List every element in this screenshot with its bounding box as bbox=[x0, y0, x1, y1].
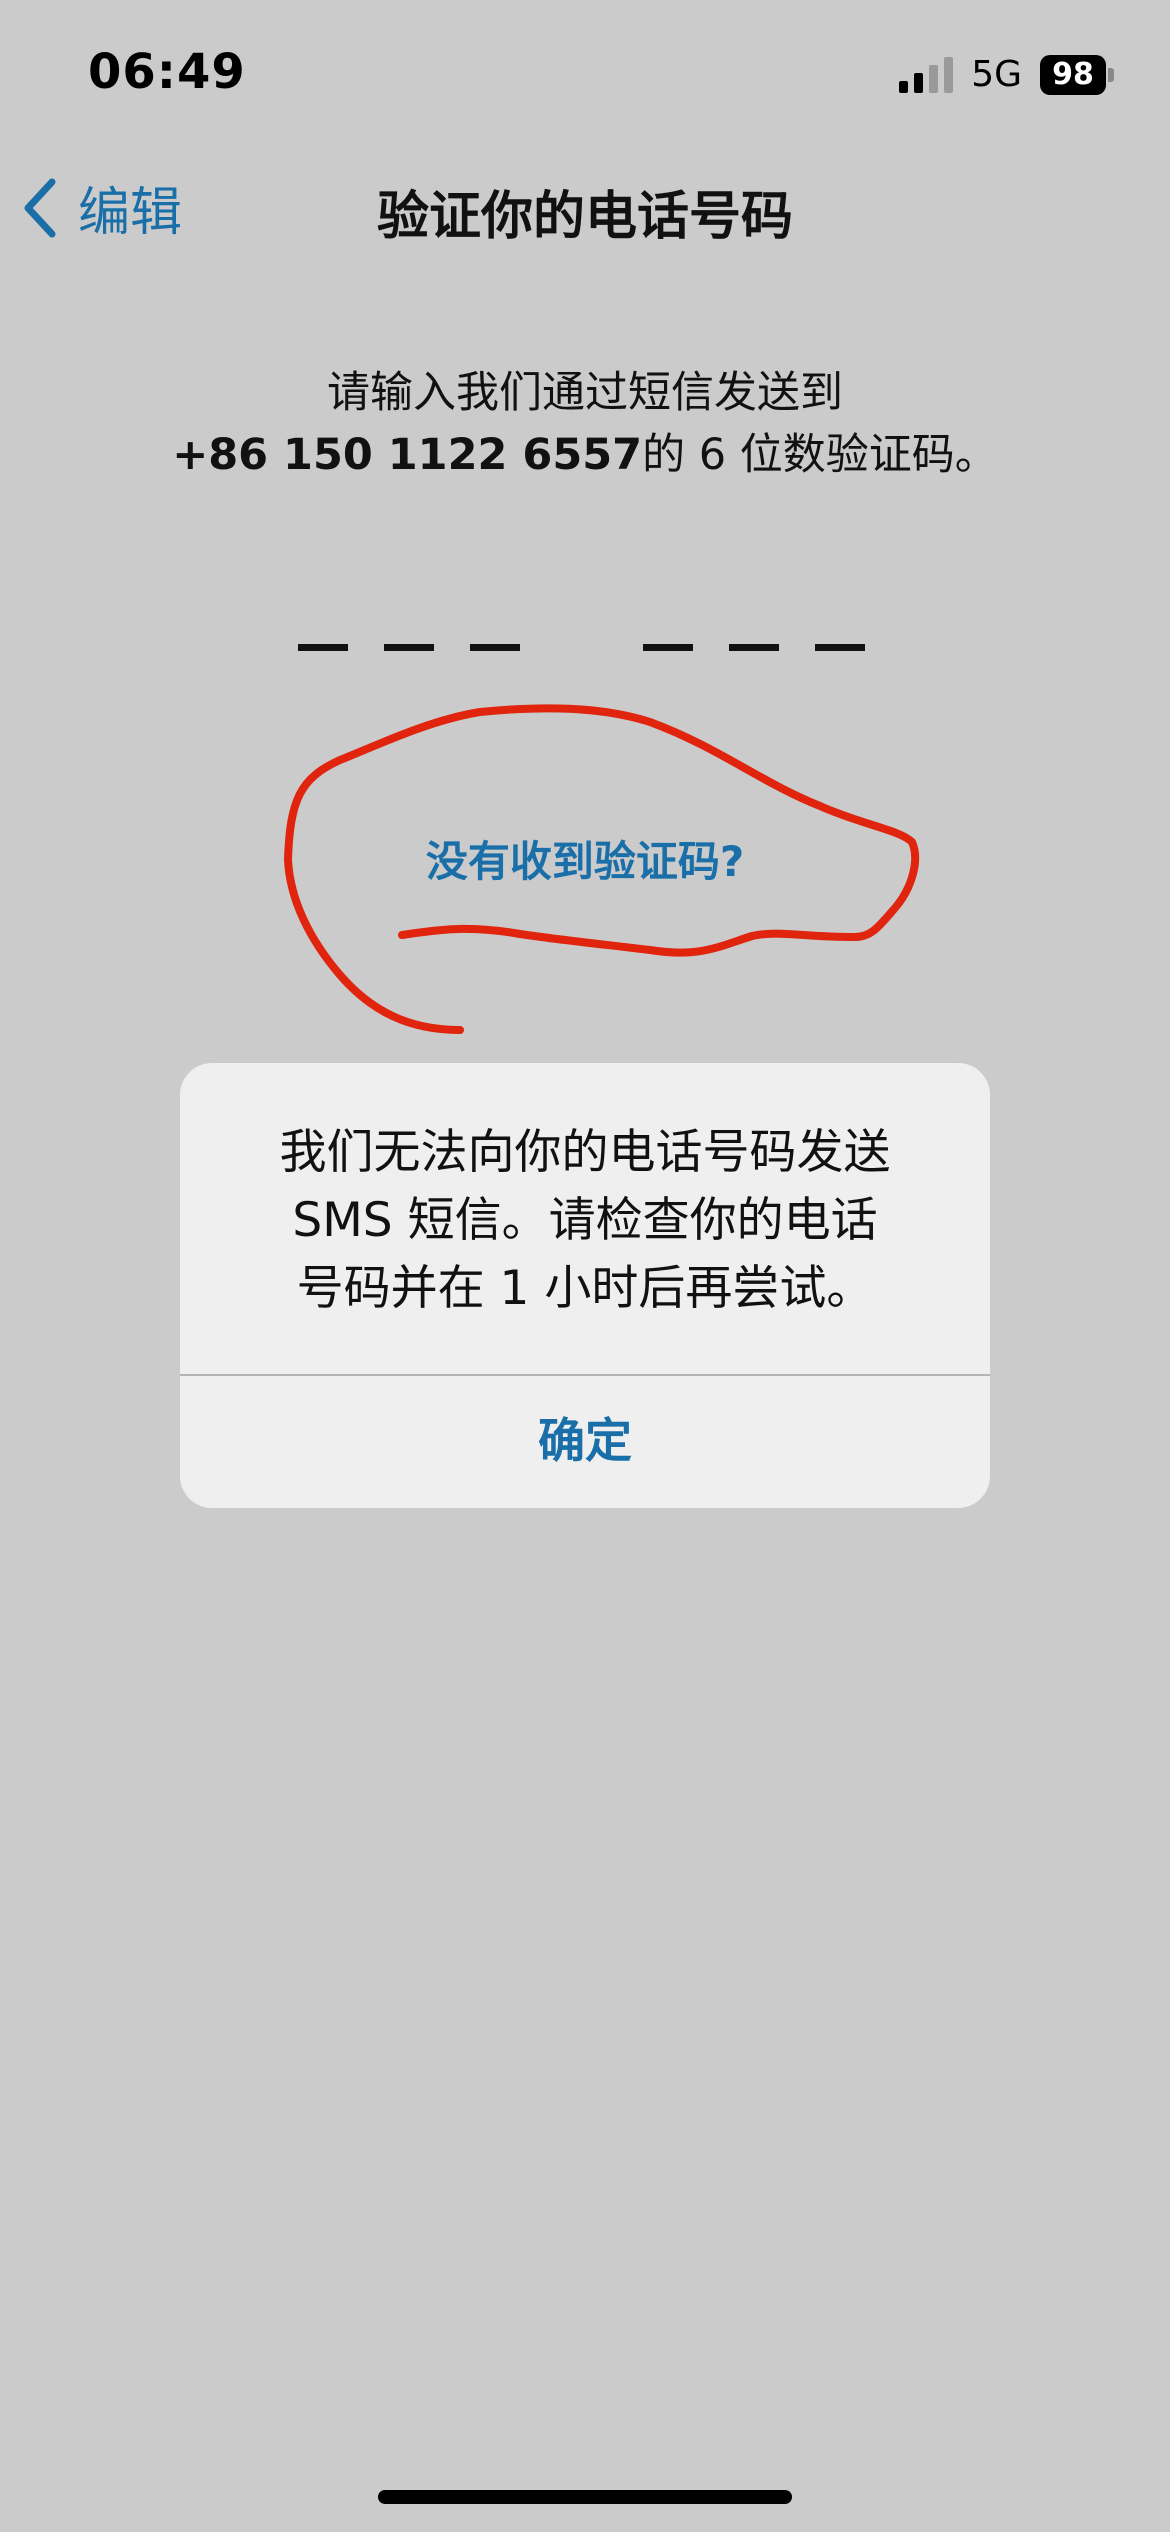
battery-level: 98 bbox=[1040, 54, 1106, 95]
code-digit-slot-6[interactable] bbox=[815, 644, 865, 651]
back-button[interactable]: 编辑 bbox=[20, 170, 182, 245]
ok-button[interactable]: 确定 bbox=[180, 1376, 990, 1508]
alert-message-line-3: 号码并在 1 小时后再尝试。 bbox=[296, 1261, 874, 1316]
instructions-line-2: +86 150 1122 6557的 6 位数验证码。 bbox=[0, 424, 1170, 486]
home-indicator[interactable] bbox=[378, 2490, 792, 2504]
resend-code-link[interactable]: 没有收到验证码? bbox=[0, 828, 1170, 889]
verification-instructions: 请输入我们通过短信发送到 +86 150 1122 6557的 6 位数验证码。 bbox=[0, 362, 1170, 486]
code-digit-slot-2[interactable] bbox=[384, 644, 434, 651]
verification-code-input[interactable] bbox=[0, 620, 1170, 680]
code-digit-slot-5[interactable] bbox=[729, 644, 779, 651]
error-alert-dialog: 我们无法向你的电话号码发送 SMS 短信。请检查你的电话 号码并在 1 小时后再… bbox=[180, 1063, 990, 1508]
instructions-suffix: 的 6 位数验证码。 bbox=[642, 430, 998, 480]
alert-message: 我们无法向你的电话号码发送 SMS 短信。请检查你的电话 号码并在 1 小时后再… bbox=[240, 1119, 930, 1323]
alert-message-line-2: SMS 短信。请检查你的电话 bbox=[292, 1193, 878, 1248]
code-digit-slot-3[interactable] bbox=[470, 644, 520, 651]
chevron-left-icon bbox=[24, 178, 56, 237]
code-digit-slot-4[interactable] bbox=[643, 644, 693, 651]
cellular-signal-icon bbox=[899, 56, 954, 93]
network-type: 5G bbox=[971, 54, 1022, 95]
battery-icon: 98 bbox=[1040, 54, 1114, 95]
status-indicators: 5G 98 bbox=[899, 54, 1114, 95]
status-bar: 06:49 5G 98 bbox=[0, 0, 1170, 140]
status-time: 06:49 bbox=[88, 44, 246, 100]
instructions-line-1: 请输入我们通过短信发送到 bbox=[327, 368, 843, 418]
alert-message-line-1: 我们无法向你的电话号码发送 bbox=[279, 1125, 891, 1180]
back-button-label: 编辑 bbox=[78, 183, 183, 243]
code-digit-slot-1[interactable] bbox=[298, 644, 348, 651]
navigation-bar: 验证你的电话号码 编辑 bbox=[0, 160, 1170, 260]
phone-number: +86 150 1122 6557 bbox=[172, 430, 643, 480]
